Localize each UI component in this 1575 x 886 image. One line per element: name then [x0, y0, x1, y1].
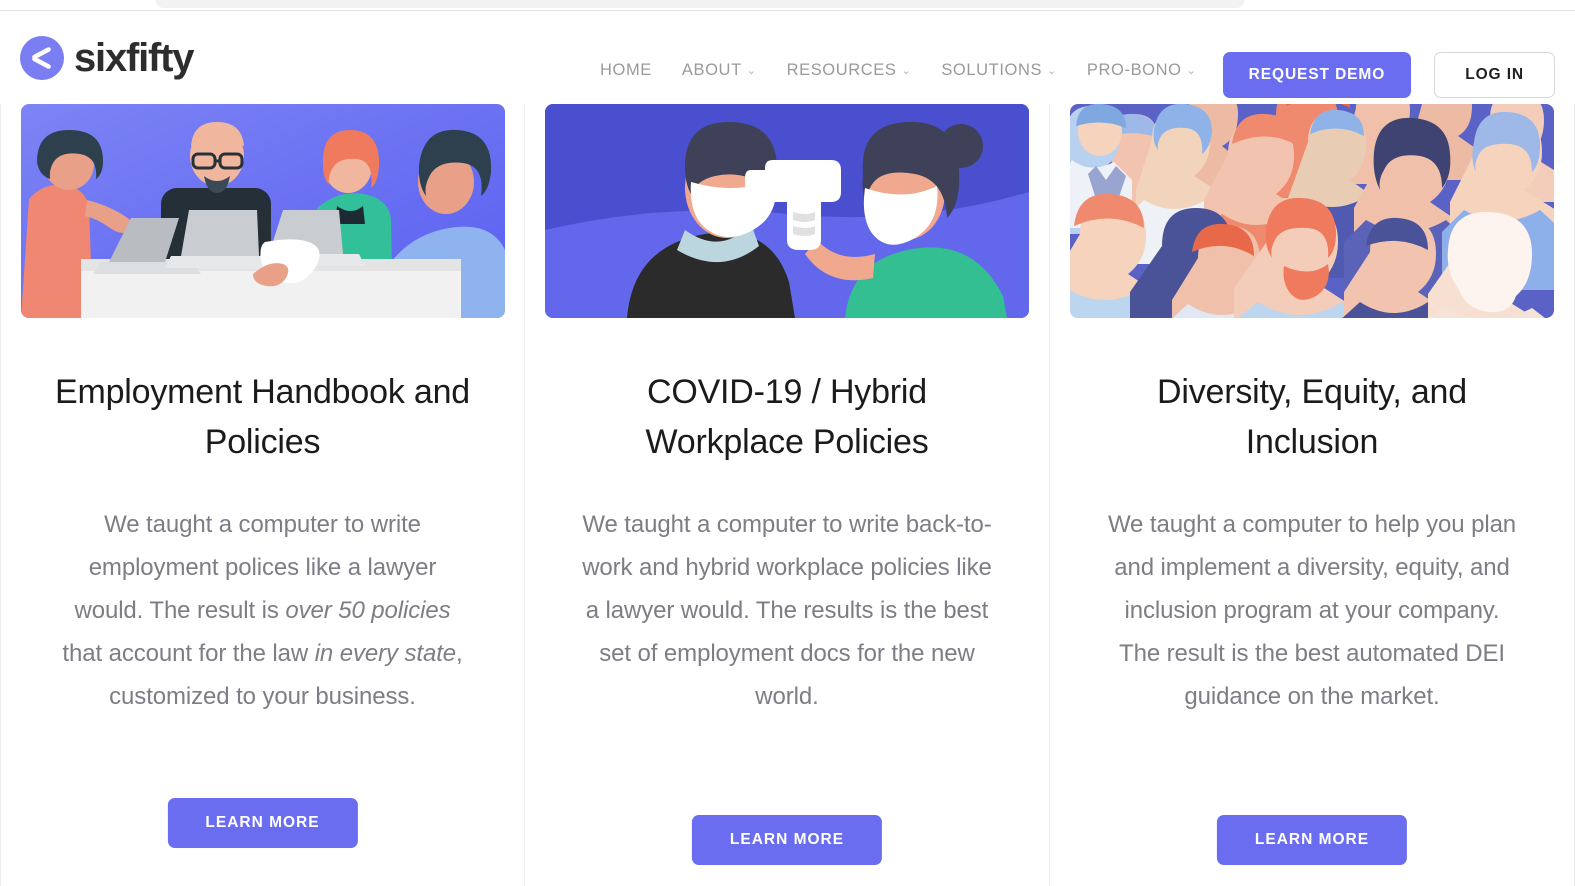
learn-more-button[interactable]: LEARN MORE — [167, 798, 358, 848]
card-title: Employment Handbook and Policies — [55, 373, 470, 461]
card-description: We taught a computer to write employment… — [55, 504, 471, 719]
nav-item-home[interactable]: HOME — [600, 61, 652, 80]
clipped-banner-bar — [155, 0, 1245, 8]
brand-logo[interactable]: sixfifty — [20, 35, 195, 80]
nav-item-label: RESOURCES — [786, 61, 897, 79]
site-header: sixfifty HOME ABOUT ⌄ RESOURCES ⌄ SOLUTI… — [0, 11, 1575, 104]
card-title: COVID-19 / Hybrid Workplace Policies — [645, 373, 929, 461]
feature-card-diversity-equity-inclusion: Diversity, Equity, and Inclusion We taug… — [1050, 104, 1575, 886]
nav-item-label: HOME — [600, 61, 652, 79]
header-actions: REQUEST DEMO LOG IN — [1222, 52, 1555, 98]
main-navigation: HOME ABOUT ⌄ RESOURCES ⌄ SOLUTIONS ⌄ PRO… — [600, 61, 1196, 80]
card-description-text: We taught a computer to write back-to-wo… — [582, 510, 992, 710]
nav-item-label: PRO-BONO — [1086, 61, 1182, 79]
nav-item-label: SOLUTIONS — [941, 61, 1043, 79]
card-description: We taught a computer to write back-to-wo… — [579, 504, 995, 719]
page-top-strip — [0, 0, 1575, 11]
request-demo-button[interactable]: REQUEST DEMO — [1222, 52, 1412, 98]
nav-item-label: ABOUT — [681, 61, 742, 79]
feature-card-covid-hybrid: COVID-19 / Hybrid Workplace Policies We … — [525, 104, 1050, 886]
chevron-down-icon: ⌄ — [901, 65, 912, 77]
chevron-down-icon: ⌄ — [1186, 65, 1197, 77]
card-description: We taught a computer to help you plan an… — [1104, 504, 1520, 719]
card-description-text: that account for the law — [62, 639, 315, 667]
feature-card-row: Employment Handbook and Policies We taug… — [0, 104, 1575, 886]
card-description-emphasis: in every state — [314, 639, 457, 667]
nav-item-pro-bono[interactable]: PRO-BONO ⌄ — [1087, 61, 1196, 80]
log-in-button[interactable]: LOG IN — [1434, 52, 1555, 98]
nav-item-solutions[interactable]: SOLUTIONS ⌄ — [941, 61, 1057, 80]
card-title: Diversity, Equity, and Inclusion — [1157, 373, 1467, 461]
illustration-business-meeting-laptops — [20, 104, 505, 318]
chevron-down-icon: ⌄ — [1047, 65, 1057, 77]
chevron-left-logo-icon — [20, 35, 64, 80]
nav-item-about[interactable]: ABOUT ⌄ — [682, 61, 757, 80]
chevron-down-icon: ⌄ — [746, 65, 757, 77]
feature-card-employment-handbook: Employment Handbook and Policies We taug… — [0, 104, 525, 886]
learn-more-button[interactable]: LEARN MORE — [1216, 815, 1408, 865]
nav-item-resources[interactable]: RESOURCES ⌄ — [787, 61, 912, 80]
illustration-diverse-crowd — [1070, 104, 1554, 318]
learn-more-button[interactable]: LEARN MORE — [691, 815, 883, 865]
illustration-masked-temperature-check — [545, 104, 1029, 318]
card-description-text: We taught a computer to help you plan an… — [1107, 510, 1517, 710]
card-description-emphasis: over 50 policies — [285, 596, 451, 624]
brand-name: sixfifty — [74, 35, 195, 80]
